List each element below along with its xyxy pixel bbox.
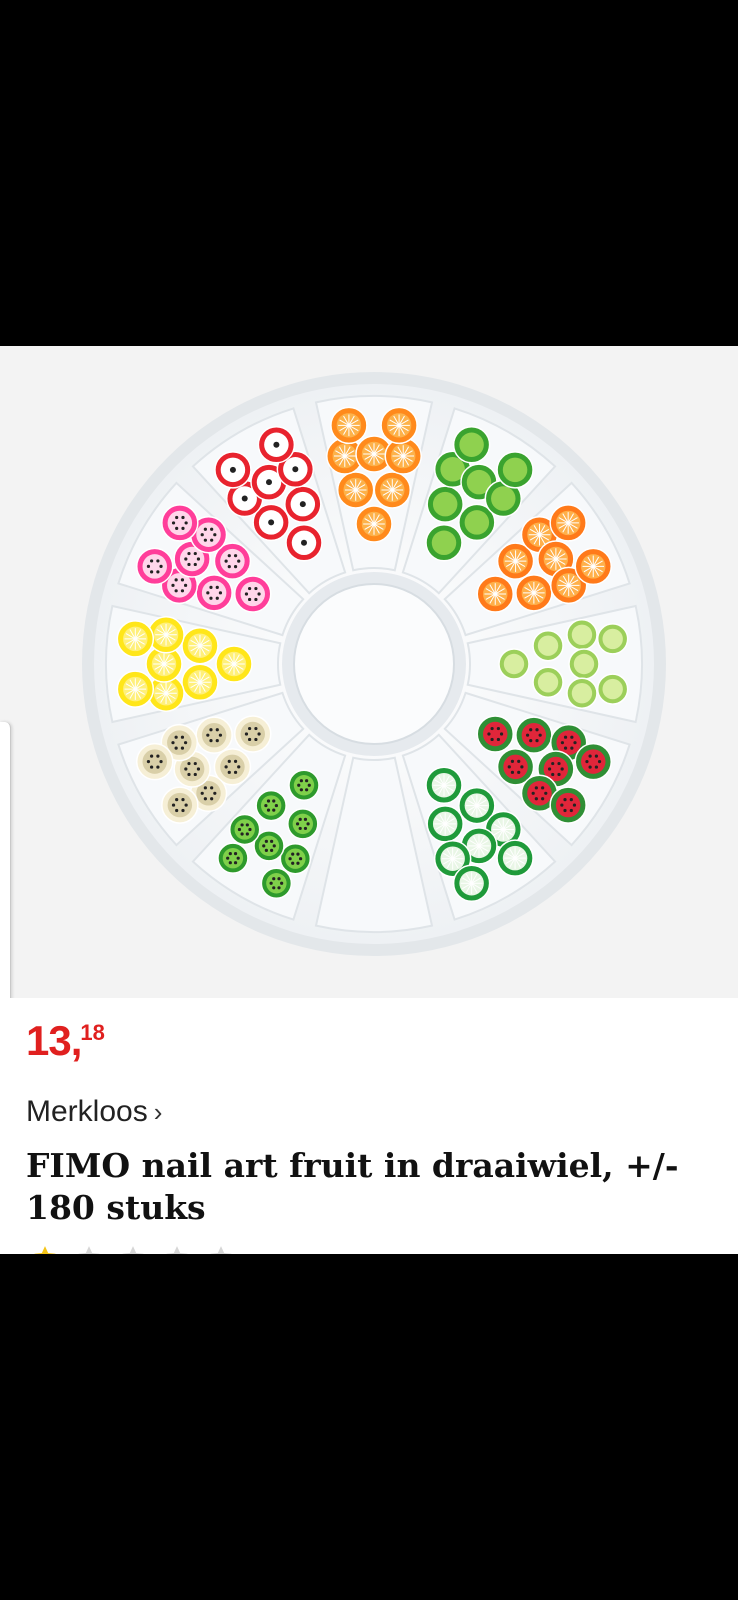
product-info: 13,18 Merkloos › FIMO nail art fruit in … (0, 998, 738, 1254)
fruit-slice (234, 715, 272, 753)
fruit-slice (285, 524, 323, 562)
fruit-slice (284, 485, 322, 523)
star-icon (78, 1246, 100, 1254)
star-icon (122, 1246, 144, 1254)
fruit-slice (426, 485, 464, 523)
fruit-slice (279, 842, 312, 875)
fruit-slice (549, 504, 587, 542)
fruit-slice (452, 864, 491, 903)
wheel-hub (293, 583, 455, 745)
fruit-slice (496, 839, 534, 877)
fruit-slice (234, 575, 272, 613)
fruit-slice (336, 471, 375, 509)
fruit-slice (214, 451, 252, 489)
fruit-slice (574, 547, 613, 586)
fruit-slice (596, 673, 629, 705)
rating-stars[interactable] (32, 1244, 234, 1254)
fruit-slice (596, 623, 629, 655)
fruit-slice (181, 663, 219, 702)
brand-link[interactable]: Merkloos › (26, 1095, 162, 1129)
side-drawer-handle[interactable] (0, 722, 11, 1008)
star-icon (210, 1246, 232, 1254)
fruit-slice (476, 575, 514, 613)
fruit-slice (498, 648, 530, 680)
fruit-slice (574, 742, 613, 781)
price-cents: 18 (80, 1020, 105, 1045)
fruit-slice (161, 504, 199, 542)
fruit-wheel-image (82, 372, 666, 956)
star-icon (34, 1246, 56, 1254)
fruit-slice (425, 524, 463, 562)
fruit-slice (217, 842, 249, 874)
product-price: 13,18 (26, 1020, 105, 1062)
fruit-slice (135, 547, 174, 586)
fruit-slice (195, 574, 233, 612)
fruit-slice (532, 629, 564, 662)
fruit-slice (116, 620, 155, 658)
fruit-slice (215, 645, 253, 683)
fruit-slice (181, 626, 219, 665)
fruit-slice (355, 505, 393, 543)
fruit-slice (195, 716, 233, 754)
fruit-slice (425, 766, 463, 804)
fruit-slice (260, 867, 293, 900)
fruit-slice (566, 619, 598, 651)
fruit-slice (257, 425, 296, 464)
fruit-slice (476, 715, 514, 753)
top-letterbox (0, 0, 738, 346)
price-whole: 13 (26, 1017, 72, 1064)
fruit-slice (566, 677, 598, 709)
fruit-slice (288, 769, 320, 801)
fruit-slice (532, 666, 564, 699)
fruit-slice (373, 471, 412, 509)
fruit-slice (255, 789, 287, 822)
star-icon (166, 1246, 188, 1254)
bottom-letterbox (0, 1254, 738, 1600)
fruit-slice (496, 451, 534, 489)
fruit-slice (135, 742, 174, 781)
fruit-slice (228, 813, 261, 846)
fruit-slice (515, 716, 553, 754)
chevron-right-icon: › (153, 1096, 163, 1127)
fruit-slice (426, 805, 464, 843)
fruit-slice (116, 670, 155, 708)
product-title: FIMO nail art fruit in draaiwiel, +/- 18… (26, 1146, 679, 1227)
fruit-slice (452, 425, 491, 464)
brand-label: Merkloos (26, 1095, 148, 1128)
fruit-slice (515, 574, 553, 612)
fruit-slice (549, 786, 587, 824)
product-image[interactable] (0, 346, 738, 998)
fruit-slice (568, 648, 600, 680)
fruit-slice (330, 406, 368, 445)
fruit-slice (380, 406, 418, 445)
fruit-slice (161, 786, 199, 824)
fruit-slice (287, 808, 319, 840)
